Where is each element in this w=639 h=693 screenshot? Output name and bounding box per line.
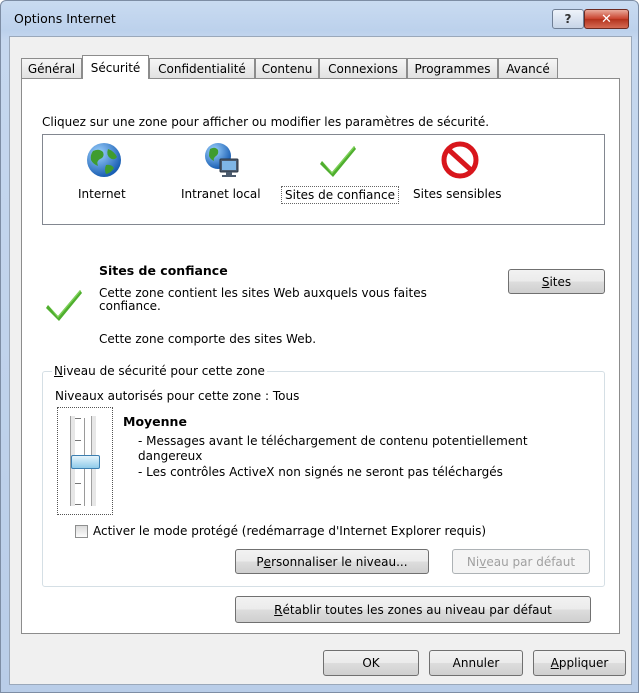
sites-button-mnemonic: S (541, 274, 550, 289)
tab-securite[interactable]: Sécurité (82, 55, 149, 79)
reset-all-zones-button[interactable]: Rétablir toutes les zones au niveau par … (235, 596, 591, 623)
help-icon: ? (564, 12, 572, 26)
cancel-label: Annuler (452, 656, 500, 670)
zone-description-line2: confiance. (99, 299, 161, 313)
legend-mnemonic: N (54, 364, 63, 378)
tab-connexions[interactable]: Connexions (319, 58, 407, 78)
level-name: Moyenne (123, 414, 187, 429)
security-level-slider[interactable] (57, 407, 113, 515)
zone-list: Internet Intranet local Sites de confian… (42, 134, 605, 225)
tab-confidentialite[interactable]: Confidentialité (149, 58, 255, 78)
reset-all-label: établir toutes les zones au niveau par d… (282, 602, 552, 617)
tab-avance[interactable]: Avancé (498, 58, 558, 78)
security-level-legend: Niveau de sécurité pour cette zone (52, 364, 267, 378)
apply-mnemonic: A (550, 656, 559, 670)
legend-text: iveau de sécurité pour cette zone (62, 364, 265, 378)
zone-contains-text: Cette zone comporte des sites Web. (99, 332, 317, 346)
custom-level-button[interactable]: Pe rsonnaliser le niveau... (235, 549, 429, 574)
zone-intranet-label: Intranet local (181, 187, 261, 201)
intranet-icon (205, 143, 239, 177)
checkmark-icon (320, 146, 356, 177)
zone-checkmark-icon (46, 290, 82, 321)
dialog-window: Options Internet ? ✕ Général Sécurité Co… (0, 0, 639, 693)
title-bar[interactable]: Options Internet ? ✕ (1, 1, 638, 35)
default-level-label-b: eau par défaut (486, 554, 576, 569)
custom-level-label-b: rsonnaliser le niveau... (271, 554, 408, 569)
custom-level-mnemonic: e (263, 554, 272, 569)
apply-button[interactable]: Appliquer (533, 650, 626, 676)
sites-button[interactable]: Sites (508, 269, 605, 294)
window-title: Options Internet (14, 11, 116, 26)
slider-thumb[interactable] (71, 455, 100, 469)
zone-instruction: Cliquez sur une zone pour afficher ou mo… (42, 115, 490, 129)
zone-sensibles-label: Sites sensibles (413, 187, 502, 201)
tab-general[interactable]: Général (21, 58, 82, 78)
dialog-client-area: Général Sécurité Confidentialité Contenu… (9, 36, 632, 685)
level-bullet2: - Les contrôles ActiveX non signés ne se… (138, 465, 503, 479)
level-bullet1-line2: dangereux (138, 449, 203, 463)
zone-confiance-label: Sites de confiance (281, 186, 399, 204)
restricted-icon (441, 141, 479, 179)
ok-label: OK (362, 656, 380, 670)
cancel-button[interactable]: Annuler (429, 650, 523, 676)
close-icon: ✕ (601, 11, 612, 27)
ok-button[interactable]: OK (323, 650, 419, 676)
sites-button-label: ites (549, 274, 572, 289)
zone-internet-label: Internet (78, 187, 126, 201)
tab-programmes[interactable]: Programmes (407, 58, 498, 78)
security-tab-panel: Cliquez sur une zone pour afficher ou mo… (21, 78, 620, 634)
default-level-button[interactable]: Ni v eau par défaut (452, 549, 590, 574)
zone-description-line1: Cette zone contient les sites Web auxque… (99, 286, 427, 300)
level-bullet1-line1: - Messages avant le téléchargement de co… (138, 434, 528, 448)
custom-level-label-a: P (256, 554, 264, 569)
protected-mode-label[interactable]: Activer le mode protégé (redémarrage d'I… (93, 524, 486, 538)
help-button[interactable]: ? (552, 9, 584, 29)
default-level-label-a: Ni (466, 554, 480, 569)
globe-icon (87, 143, 121, 177)
reset-all-mnemonic: R (274, 602, 283, 617)
default-level-mnemonic: v (479, 554, 487, 569)
allowed-levels-text: Niveaux autorisés pour cette zone : Tous (55, 389, 300, 403)
apply-label: ppliquer (558, 656, 609, 670)
protected-mode-checkbox[interactable] (75, 525, 88, 538)
zone-title: Sites de confiance (99, 263, 228, 278)
close-button[interactable]: ✕ (584, 9, 629, 29)
tab-contenu[interactable]: Contenu (255, 58, 319, 78)
security-level-group: Niveau de sécurité pour cette zone Nivea… (42, 364, 605, 587)
